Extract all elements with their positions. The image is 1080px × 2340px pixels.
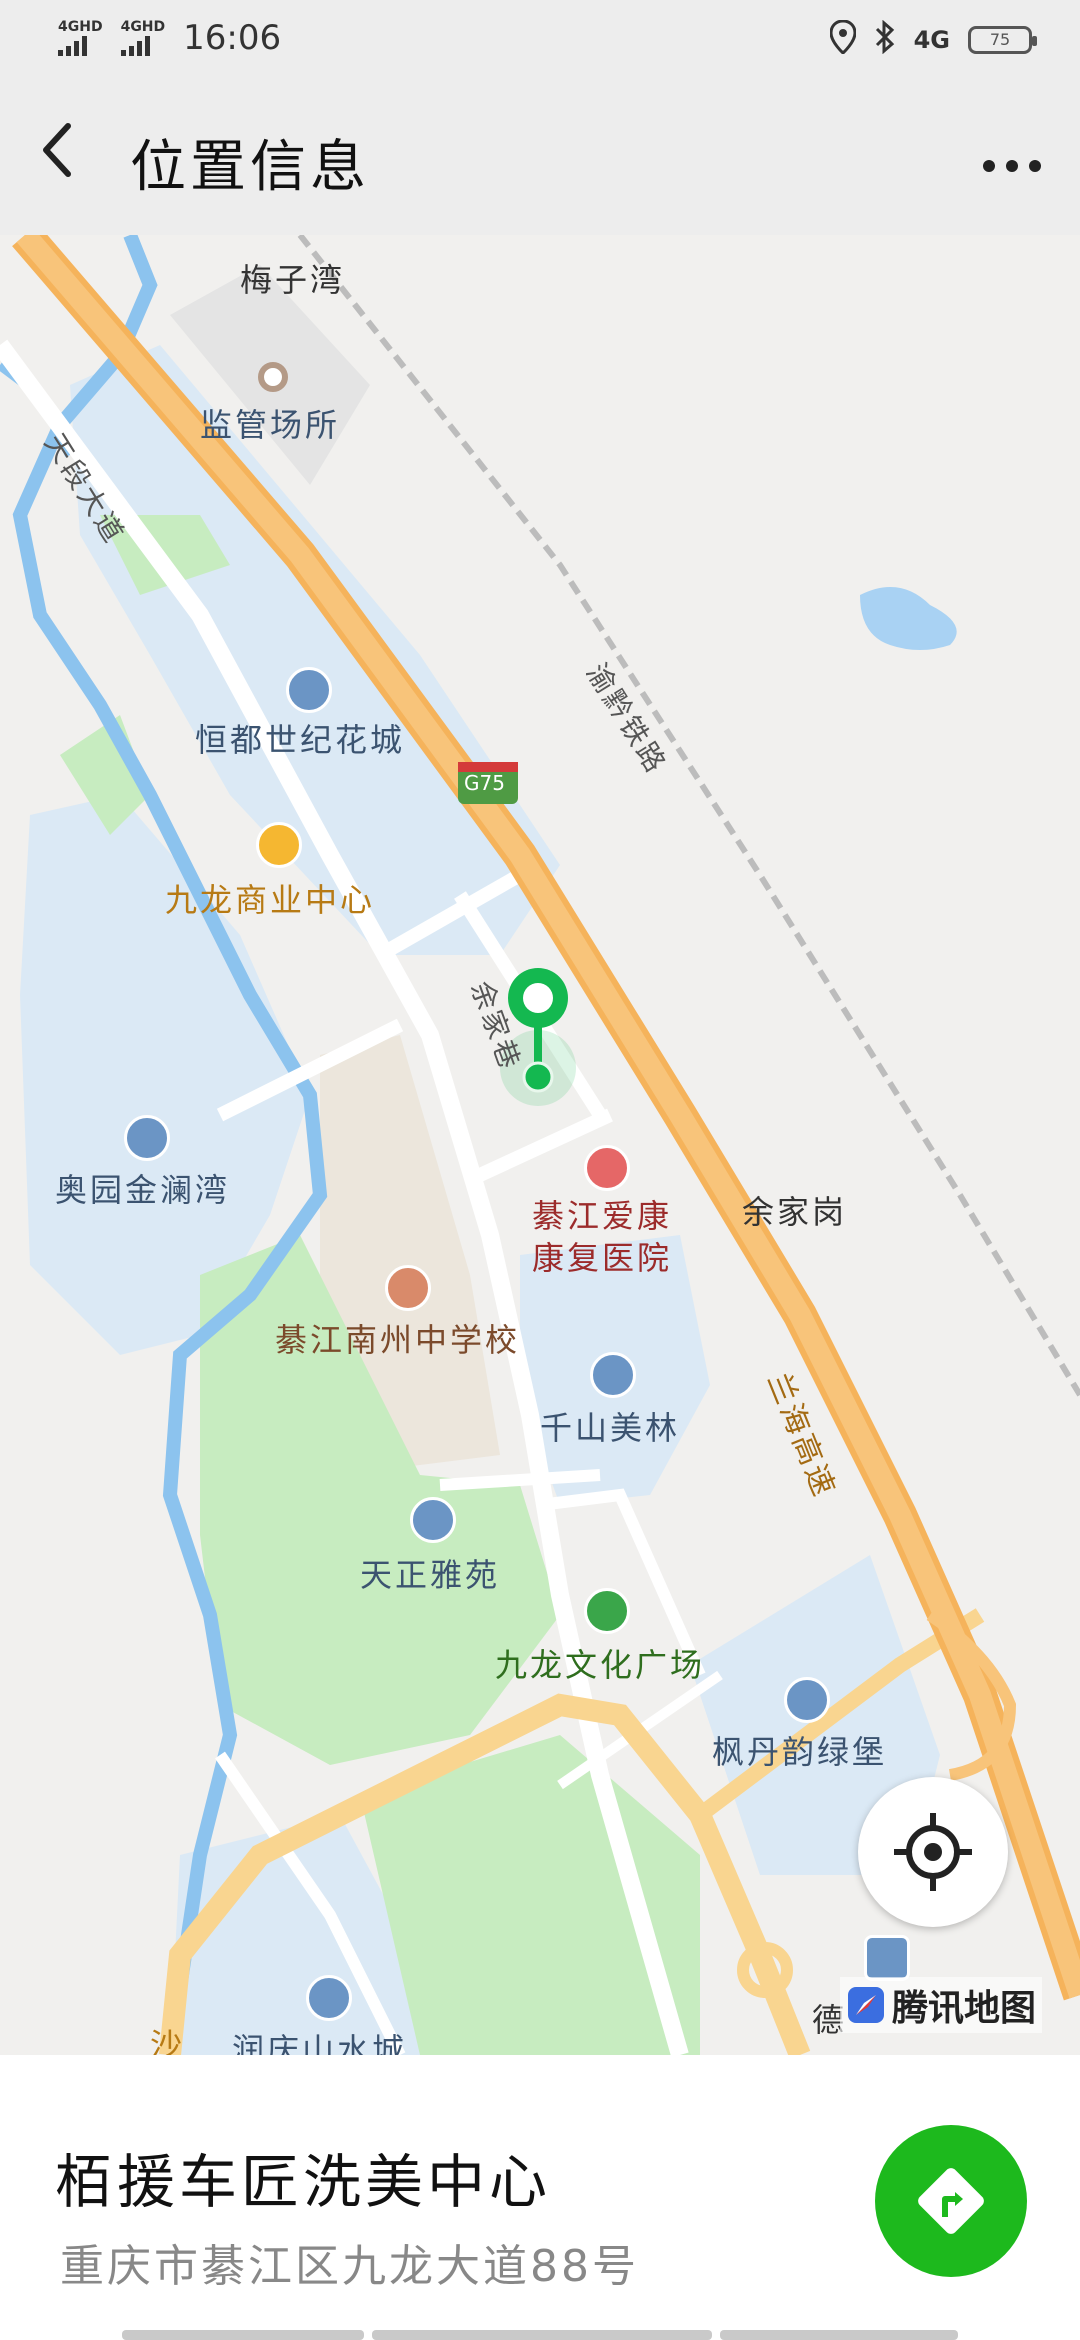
residential-icon-qianshan <box>590 1352 636 1398</box>
map-label-sha: 沙 <box>150 2026 186 2055</box>
status-bar: 4GHD 4GHD 16:06 4G 75 <box>0 0 1080 80</box>
map-label-jiulong-square: 九龙文化广场 <box>495 1646 706 1684</box>
sim2-signal-icon: 4GHD <box>120 20 165 56</box>
map-label-aoyuan: 奥园金澜湾 <box>55 1171 231 1209</box>
residential-icon-hengdu <box>286 667 332 713</box>
place-info-panel: 栢援车匠洗美中心 重庆市綦江区九龙大道88号 <box>0 2055 1080 2340</box>
mall-icon-jiulong <box>256 822 302 868</box>
status-right: 4G 75 <box>829 19 1037 60</box>
place-name: 栢援车匠洗美中心 <box>55 2148 552 2216</box>
page-title: 位置信息 <box>130 135 370 200</box>
back-button[interactable] <box>38 120 98 190</box>
building-icon <box>864 1935 910 1981</box>
map-label-nanzhou-school: 綦江南州中学校 <box>275 1321 521 1359</box>
hospital-icon <box>584 1145 630 1191</box>
tencent-map-logo: 腾讯地图 <box>840 1977 1043 2033</box>
locate-crosshair-icon <box>894 1813 972 1891</box>
home-indicator-middle <box>372 2330 712 2340</box>
map-label-qianshan: 千山美林 <box>540 1409 681 1447</box>
residential-icon-runqing <box>306 1975 352 2021</box>
navigate-button[interactable] <box>875 2125 1027 2277</box>
locate-button[interactable] <box>858 1777 1008 1927</box>
home-indicator-right <box>720 2330 958 2340</box>
map-label-hengdu: 恒都世纪花城 <box>195 721 406 759</box>
school-icon <box>385 1265 431 1311</box>
residential-icon-tianzheng <box>410 1497 456 1543</box>
sim1-signal-icon: 4GHD <box>58 20 103 56</box>
map-label-runqing: 润庆山水城 <box>232 2031 408 2055</box>
navigation-arrow-icon <box>918 2168 984 2234</box>
park-icon <box>584 1588 630 1634</box>
map-label-yujiagang: 余家岗 <box>742 1193 848 1231</box>
location-status-icon <box>829 19 857 60</box>
map-label-jianguan: 监管场所 <box>200 406 341 444</box>
map-label-meizi-wan: 梅子湾 <box>240 261 346 299</box>
status-left: 4GHD 4GHD 16:06 <box>58 18 281 58</box>
more-button[interactable] <box>982 128 1042 182</box>
battery-icon: 75 <box>968 26 1037 54</box>
map-label-jiulong-shangye: 九龙商业中心 <box>165 881 376 919</box>
g75-shield-label: G75 <box>464 771 505 795</box>
network-type: 4G <box>913 26 950 54</box>
compass-logo-icon <box>848 1987 884 2023</box>
map-label-tianzheng: 天正雅苑 <box>360 1556 501 1594</box>
poi-gray-icon <box>258 362 288 392</box>
clock: 16:06 <box>183 18 282 58</box>
title-bar: 位置信息 <box>0 80 1080 235</box>
chevron-left-icon <box>43 123 71 177</box>
bluetooth-icon <box>874 19 896 60</box>
map-view[interactable]: 梅子湾 监管场所 天段大道 恒都世纪花城 渝黔铁路 G75 九龙商业中心 余家巷… <box>0 235 1080 2055</box>
more-dots-icon <box>983 160 1041 172</box>
residential-icon-aoyuan <box>124 1115 170 1161</box>
home-indicator-left <box>122 2330 364 2340</box>
place-address: 重庆市綦江区九龙大道88号 <box>60 2241 639 2292</box>
residential-icon-fengdan <box>784 1677 830 1723</box>
map-label-hospital: 綦江爱康康复医院 <box>532 1197 673 1277</box>
map-label-fengdan: 枫丹韵绿堡 <box>712 1733 888 1771</box>
